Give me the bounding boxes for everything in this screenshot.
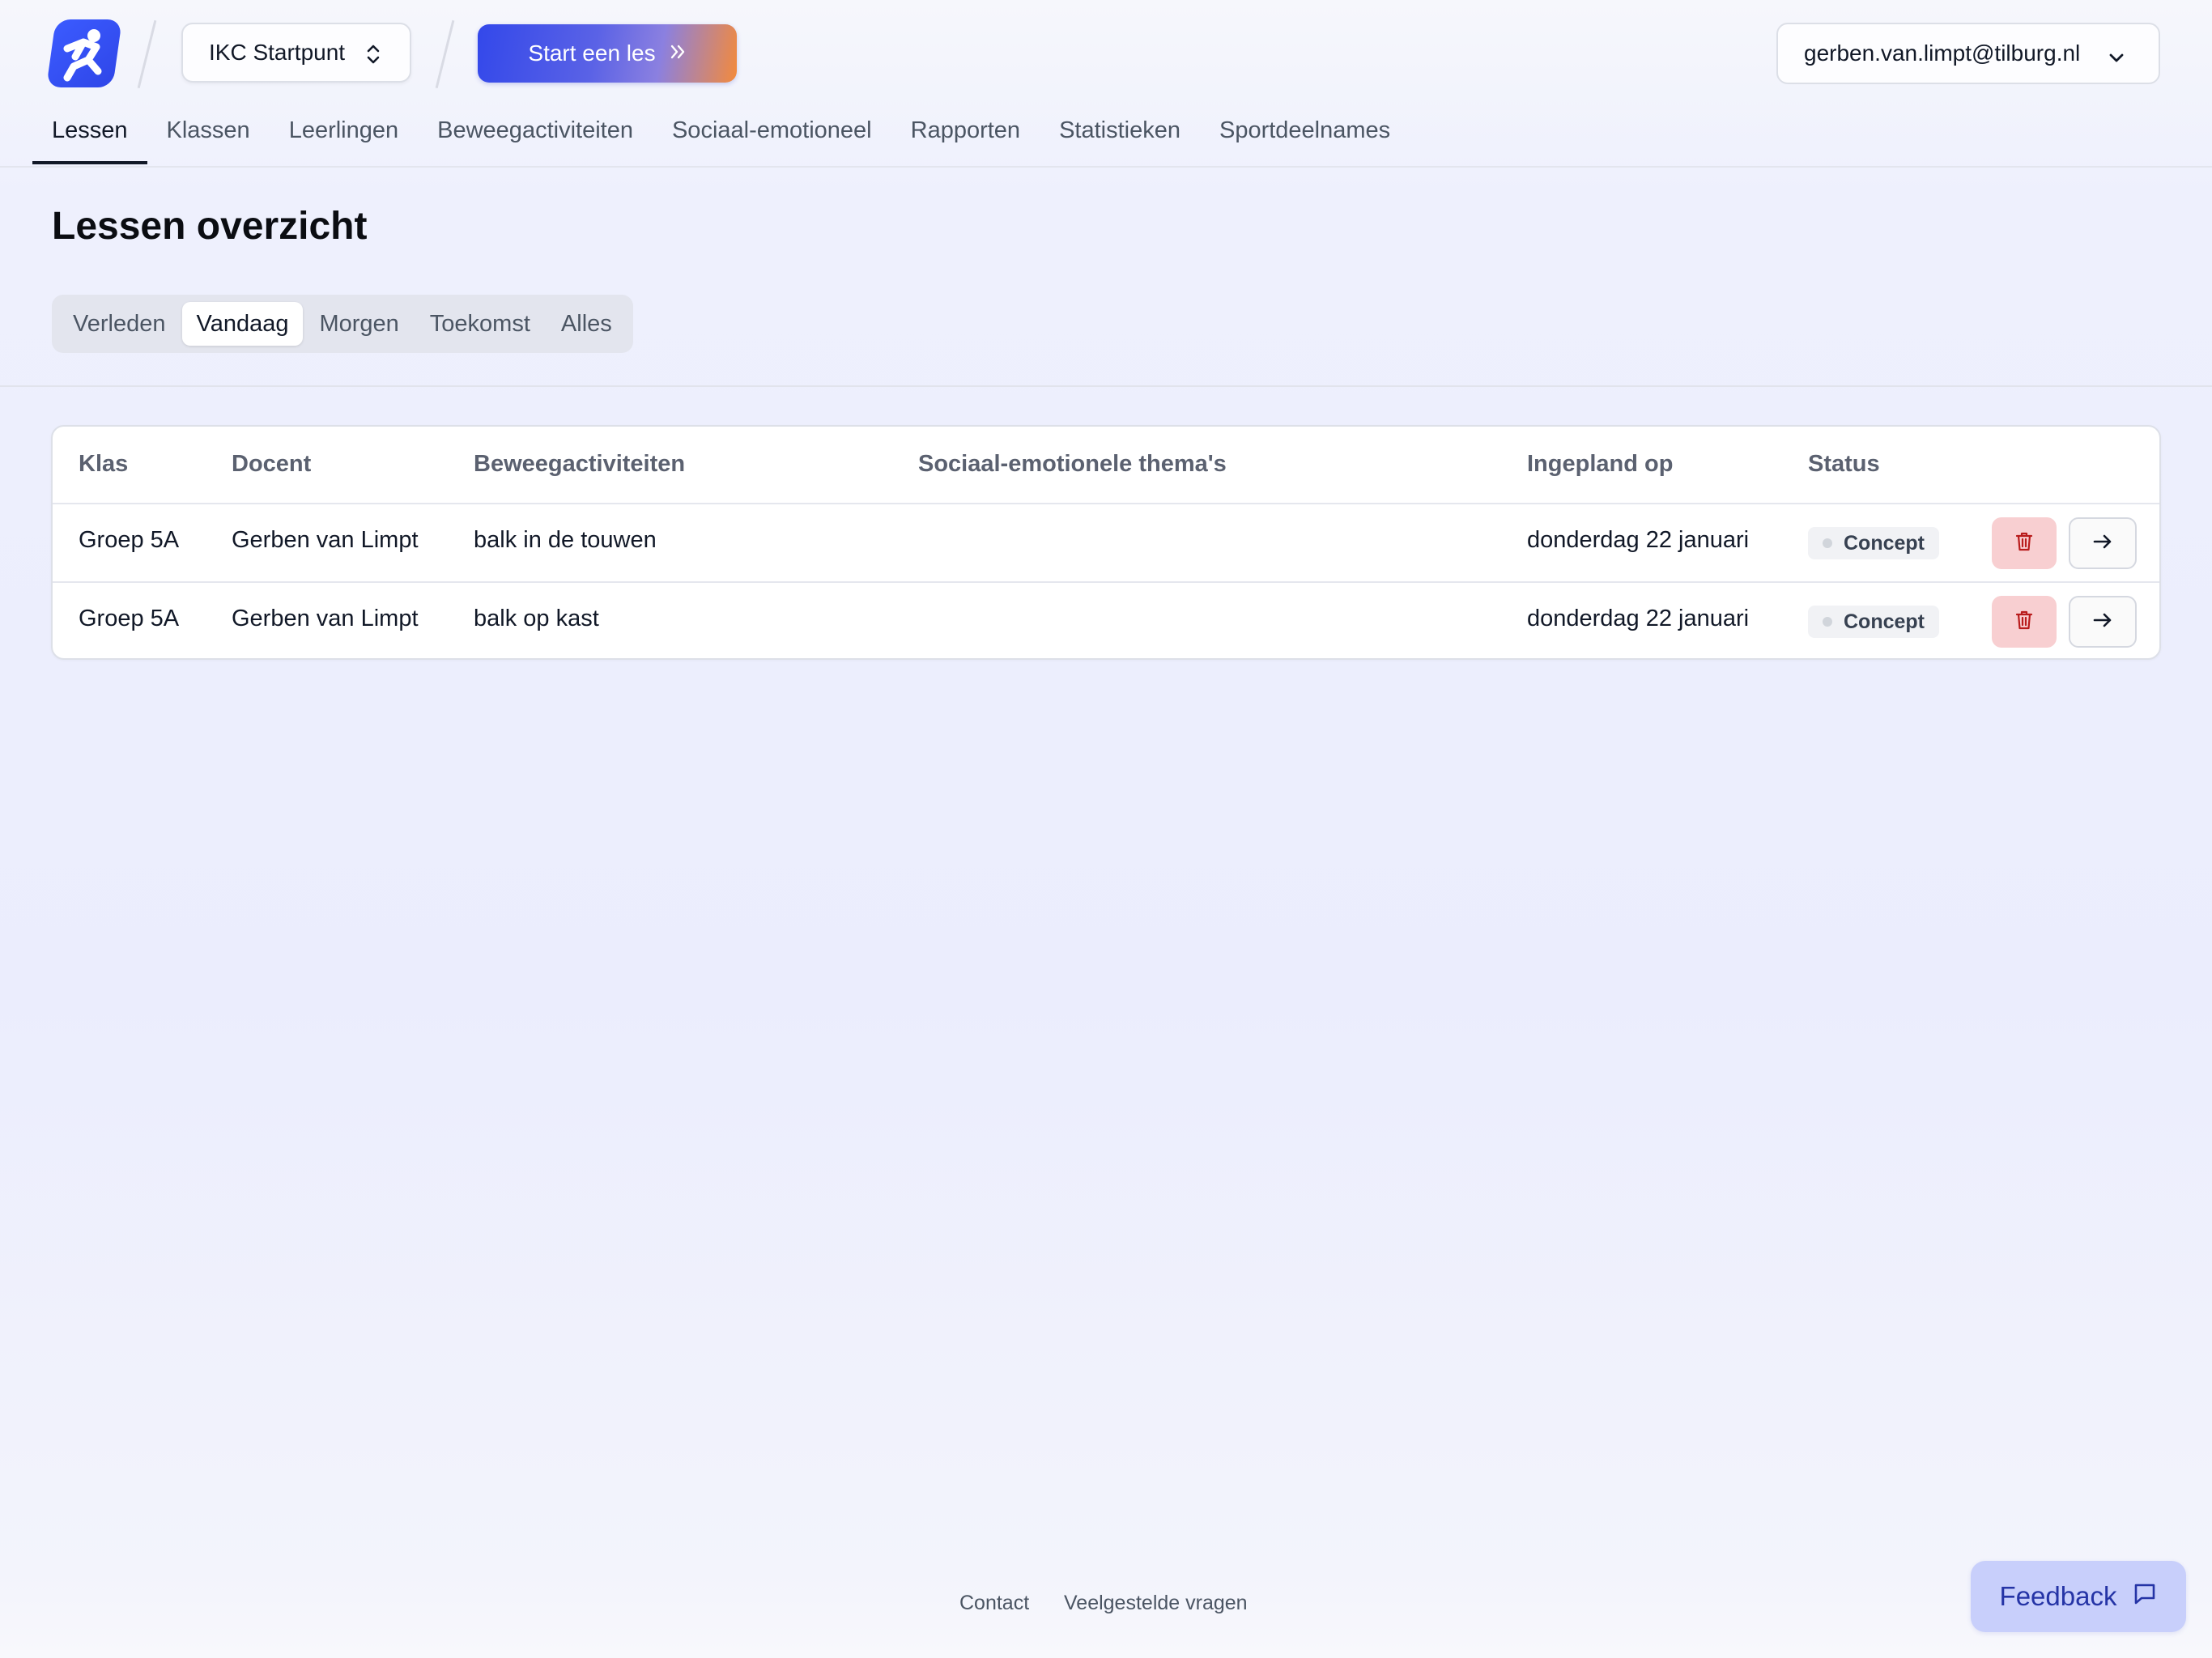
nav-item-rapporten[interactable]: Rapporten [891,113,1040,164]
delete-button[interactable] [1992,517,2057,569]
column-header-thema: Sociaal-emotionele thema's [918,451,1227,477]
runner-logo-icon[interactable] [46,19,122,87]
school-select-label: IKC Startpunt [209,40,346,65]
tab-alles[interactable]: Alles [547,302,627,346]
trash-icon [2014,610,2034,635]
status-label: Concept [1844,532,1925,555]
header-separator [137,19,157,89]
start-lesson-label: Start een les [528,40,656,66]
arrow-right-icon [2092,534,2113,554]
table-row[interactable]: Groep 5A Gerben van Limpt balk in de tou… [53,503,2159,582]
nav-item-leerlingen[interactable]: Leerlingen [270,113,418,164]
footer-faq-link[interactable]: Veelgestelde vragen [1064,1592,1248,1615]
cell-docent: Gerben van Limpt [232,606,419,631]
page-title: Lessen overzicht [52,205,368,248]
feedback-button[interactable]: Feedback [1971,1561,2186,1632]
nav-item-klassen[interactable]: Klassen [147,113,270,164]
status-badge: Concept [1808,527,1939,559]
column-header-status: Status [1808,451,1880,477]
cell-ingepland-op: donderdag 22 januari [1527,527,1750,553]
column-header-ingepland-op: Ingepland op [1527,451,1674,477]
nav-item-sociaal-emotioneel[interactable]: Sociaal-emotioneel [653,113,891,164]
tab-toekomst[interactable]: Toekomst [415,302,545,346]
status-badge: Concept [1808,606,1939,638]
status-label: Concept [1844,610,1925,633]
school-select[interactable]: IKC Startpunt [181,23,411,83]
cell-beweegactiviteiten: balk op kast [474,606,599,631]
cell-klas: Groep 5A [79,606,180,631]
top-header: IKC Startpunt Start een les gerben.van.l… [0,0,2212,168]
cell-ingepland-op: donderdag 22 januari [1527,606,1750,631]
chevron-up-down-icon [364,42,382,72]
open-lesson-button[interactable] [2069,517,2137,569]
column-header-klas: Klas [79,451,129,477]
user-email: gerben.van.limpt@tilburg.nl [1804,40,2081,66]
start-lesson-button[interactable]: Start een les [478,24,737,83]
chevron-down-icon [2107,46,2126,72]
tab-vandaag[interactable]: Vandaag [181,302,304,346]
cell-docent: Gerben van Limpt [232,527,419,553]
trash-icon [2014,531,2034,556]
lessons-table: Klas Docent Beweegactiviteiten Sociaal-e… [51,425,2161,660]
column-header-docent: Docent [232,451,312,477]
cell-beweegactiviteiten: balk in de touwen [474,527,657,553]
date-filter-tabs: Verleden Vandaag Morgen Toekomst Alles [52,295,633,353]
nav-item-sportdeelnames[interactable]: Sportdeelnames [1200,113,1410,164]
header-separator [435,19,455,89]
double-chevron-right-icon [669,40,687,66]
cell-klas: Groep 5A [79,527,180,553]
status-dot-icon [1823,538,1832,548]
footer-contact-link[interactable]: Contact [959,1592,1029,1615]
nav-item-beweegactiviteiten[interactable]: Beweegactiviteiten [418,113,653,164]
main-nav: Lessen Klassen Leerlingen Beweegactivite… [32,113,1410,166]
table-row[interactable]: Groep 5A Gerben van Limpt balk op kast d… [53,581,2159,658]
section-divider [0,385,2212,387]
feedback-label: Feedback [1999,1581,2117,1611]
tab-morgen[interactable]: Morgen [304,302,413,346]
column-header-beweegactiviteiten: Beweegactiviteiten [474,451,686,477]
user-menu[interactable]: gerben.van.limpt@tilburg.nl [1776,23,2160,84]
tab-verleden[interactable]: Verleden [58,302,181,346]
message-square-icon [2133,1581,2157,1612]
open-lesson-button[interactable] [2069,596,2137,648]
delete-button[interactable] [1992,596,2057,648]
arrow-right-icon [2092,612,2113,632]
status-dot-icon [1823,617,1832,627]
nav-item-statistieken[interactable]: Statistieken [1040,113,1200,164]
nav-item-lessen[interactable]: Lessen [32,113,147,164]
